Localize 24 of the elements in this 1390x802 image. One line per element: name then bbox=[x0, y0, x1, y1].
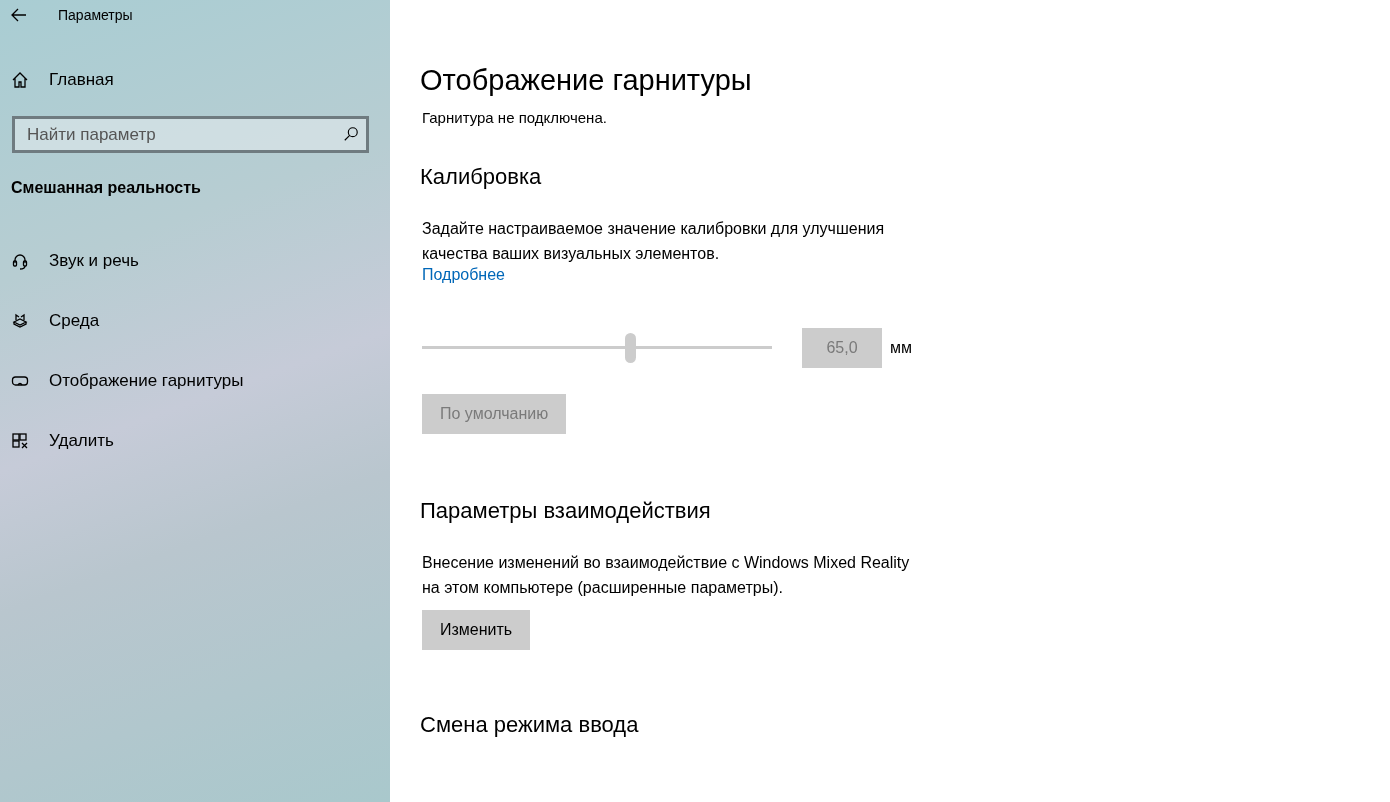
environment-icon bbox=[11, 312, 29, 330]
nav-item[interactable]: Удалить bbox=[49, 431, 114, 451]
page-title: Отображение гарнитуры bbox=[420, 64, 752, 97]
search-icon[interactable] bbox=[343, 126, 359, 142]
section-heading: Калибровка bbox=[420, 164, 542, 190]
window-title: Параметры bbox=[58, 7, 133, 23]
unit-label: мм bbox=[890, 339, 912, 357]
description-text: Внесение изменений во взаимодействие с Windows Mixed Reality на этом компьютере (расширенные параметры). bbox=[422, 553, 911, 598]
nav-item[interactable]: Среда bbox=[49, 311, 100, 331]
headset-icon bbox=[11, 252, 29, 270]
calibration-slider[interactable] bbox=[422, 333, 772, 363]
section-heading: Смена режима ввода bbox=[420, 712, 639, 738]
description-text: Задайте настраиваемое значение калибровки для улучшения качества ваших визуальных элементов. bbox=[422, 219, 886, 264]
back-arrow-icon[interactable] bbox=[10, 6, 28, 24]
section-title: Смешанная реальность bbox=[10, 178, 202, 198]
home-link[interactable]: Главная bbox=[49, 70, 114, 90]
home-icon bbox=[11, 71, 29, 89]
nav-item[interactable]: Отображение гарнитуры bbox=[49, 371, 244, 391]
status-text: Гарнитура не подключена. bbox=[422, 109, 607, 126]
section-heading: Параметры взаимодействия bbox=[420, 498, 711, 524]
uninstall-icon bbox=[11, 432, 29, 450]
change-button[interactable]: Изменить bbox=[422, 610, 531, 650]
nav-item[interactable]: Звук и речь bbox=[49, 251, 139, 271]
search-field[interactable]: Найти параметр bbox=[12, 116, 369, 153]
